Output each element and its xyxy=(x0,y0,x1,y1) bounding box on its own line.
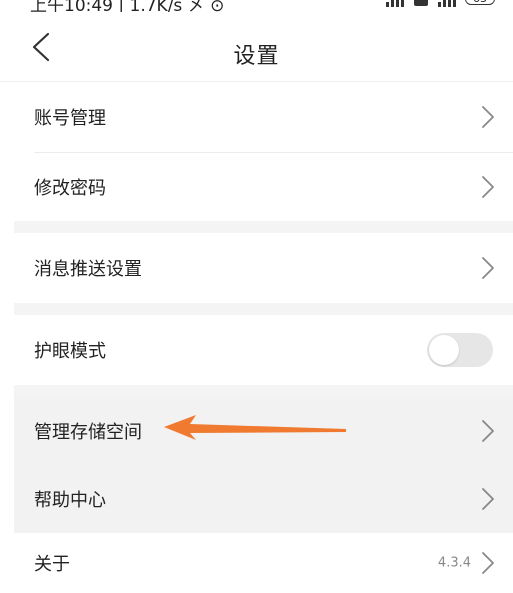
annotation-arrow-icon xyxy=(164,415,346,440)
nav-bar: 设置 xyxy=(0,12,513,82)
settings-row-password[interactable]: 修改密码 xyxy=(14,153,513,221)
page-title: 设置 xyxy=(233,44,280,69)
row-label: 修改密码 xyxy=(34,178,106,199)
chevron-right-icon xyxy=(482,106,494,128)
row-label: 管理存储空间 xyxy=(34,422,142,443)
settings-row-account[interactable]: 账号管理 xyxy=(14,82,513,152)
section-gap xyxy=(14,303,513,315)
row-label: 帮助中心 xyxy=(34,490,106,511)
row-label: 关于 xyxy=(34,554,70,575)
chevron-right-icon xyxy=(482,420,494,442)
status-time: 上午10:49 | 1.7K/s 㐅 ⊙ xyxy=(30,0,225,12)
row-label: 消息推送设置 xyxy=(34,259,142,280)
status-bar: 上午10:49 | 1.7K/s 㐅 ⊙ 63 xyxy=(0,0,513,12)
chevron-right-icon xyxy=(482,257,494,279)
status-icons: 63 xyxy=(384,0,495,10)
settings-row-eye-mode: 护眼模式 xyxy=(14,315,513,385)
toggle-knob xyxy=(429,335,459,365)
chevron-right-icon xyxy=(482,488,494,510)
battery-indicator: 63 xyxy=(465,0,495,5)
row-label: 护眼模式 xyxy=(34,341,106,362)
chevron-right-icon xyxy=(482,552,494,574)
chevron-right-icon xyxy=(482,176,494,198)
section-gap xyxy=(14,385,513,397)
settings-row-push[interactable]: 消息推送设置 xyxy=(14,233,513,303)
settings-row-about[interactable]: 关于 4.3.4 xyxy=(14,533,513,593)
row-label: 账号管理 xyxy=(34,108,106,129)
hd-icon xyxy=(414,0,428,6)
eye-mode-toggle[interactable] xyxy=(427,333,493,367)
signal-icon xyxy=(386,0,404,7)
app-version: 4.3.4 xyxy=(437,555,471,571)
signal-icon-2 xyxy=(438,0,456,7)
section-gap xyxy=(14,221,513,233)
settings-row-help[interactable]: 帮助中心 xyxy=(14,465,513,533)
